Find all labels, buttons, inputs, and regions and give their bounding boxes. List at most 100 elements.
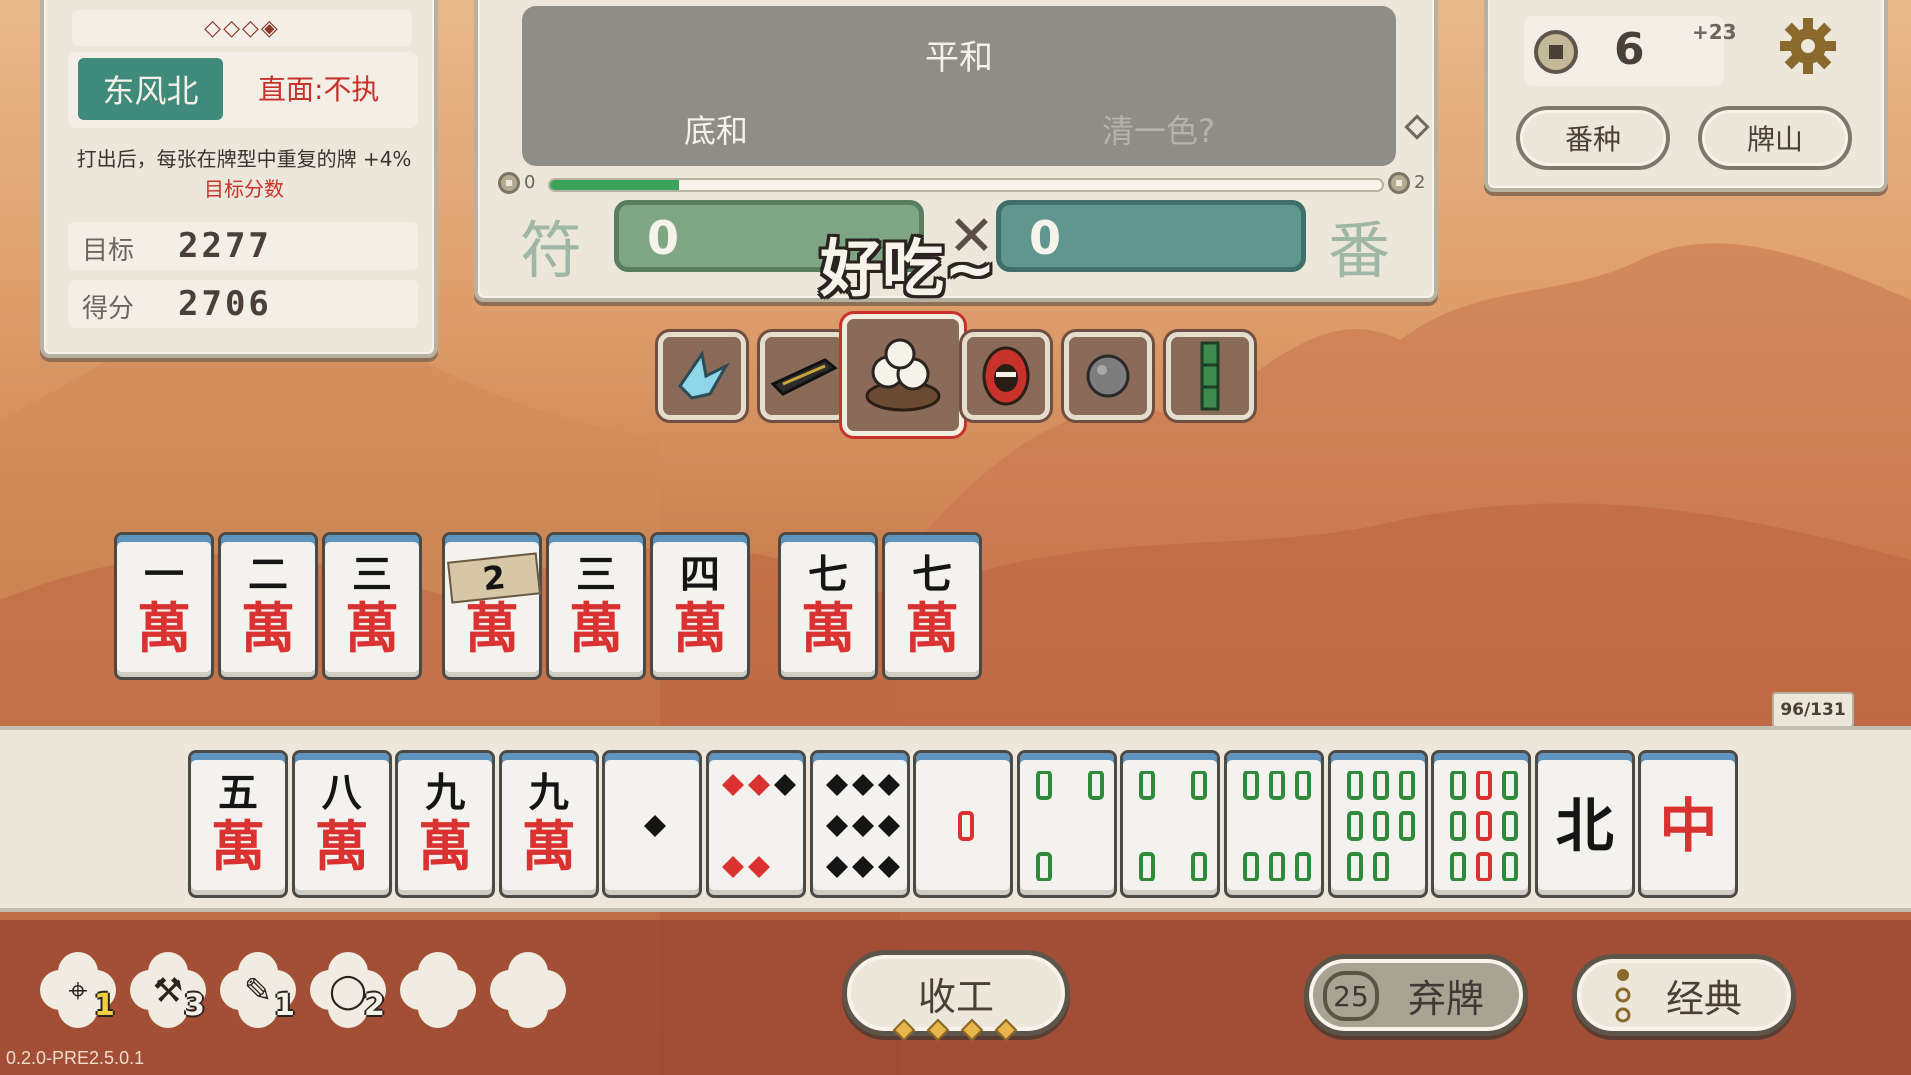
ink-stick-icon xyxy=(770,358,838,396)
tile-rank: 七 xyxy=(808,552,848,598)
dora-marker: 2 xyxy=(447,552,541,604)
mahjong-tile[interactable] xyxy=(809,750,910,898)
discard-count: 25 xyxy=(1323,971,1379,1021)
bamboo-mark xyxy=(1269,852,1285,881)
tool-count: 1 xyxy=(274,988,295,1023)
tool-slot-hairdryer[interactable]: ⌖ 1 xyxy=(40,952,116,1028)
score-label: 得分 xyxy=(82,294,135,324)
classic-button[interactable]: 经典 xyxy=(1572,954,1796,1036)
mahjong-tile[interactable]: 北 xyxy=(1534,750,1635,898)
possible-hand-label: 清一色? xyxy=(1102,112,1215,150)
tile-suit: 萬 xyxy=(905,597,959,660)
fan-label: 番 xyxy=(1328,214,1391,287)
tile-suit: 萬 xyxy=(418,815,473,878)
mahjong-tile[interactable]: 二萬 xyxy=(218,532,318,680)
mahjong-tile[interactable] xyxy=(1224,750,1324,898)
tile-rank: 九 xyxy=(425,770,466,816)
round-wind-badge: 东风北 xyxy=(78,58,223,120)
money-plus: +23 xyxy=(1692,20,1737,44)
tool-glyph: ◯ xyxy=(329,971,367,1011)
tool-slot-brush[interactable]: ✎ 1 xyxy=(220,952,296,1028)
bamboo-mark xyxy=(1295,771,1311,800)
mahjong-tile[interactable] xyxy=(1431,750,1532,898)
yaku-button[interactable]: 番种 xyxy=(1516,106,1670,170)
bamboo-pattern xyxy=(958,811,975,841)
wall-button[interactable]: 牌山 xyxy=(1698,106,1852,170)
relic-dumplings[interactable] xyxy=(842,314,964,436)
boss-blind-label: 直面:不执 xyxy=(258,73,380,106)
panel-ornament: ◇◇◇◈ xyxy=(72,10,412,46)
money-panel: 6 +23 番种 牌山 xyxy=(1484,0,1888,192)
relic-stone[interactable] xyxy=(1064,332,1152,420)
tool-slot-shovel[interactable]: ⚒ 3 xyxy=(130,952,206,1028)
gear-icon[interactable] xyxy=(1778,16,1838,76)
version-label: 0.2.0-PRE2.5.0.1 xyxy=(6,1048,145,1068)
mahjong-tile[interactable] xyxy=(1327,750,1428,898)
bamboo-mark xyxy=(1295,852,1311,881)
tile-honor: 北 xyxy=(1555,792,1614,860)
relic-ink-stick[interactable] xyxy=(760,332,848,420)
tile-suit: 萬 xyxy=(211,815,265,878)
fu-value: 0 xyxy=(647,211,680,265)
mahjong-tile[interactable]: 三萬 xyxy=(546,532,646,680)
bamboo-mark xyxy=(1372,852,1389,881)
discard-button[interactable]: 25 弃牌 xyxy=(1304,954,1528,1036)
fan-box: 0 xyxy=(996,200,1306,272)
mahjong-tile[interactable]: 八萬 xyxy=(291,750,392,898)
circle-mark xyxy=(851,774,874,796)
target-label: 目标 xyxy=(82,236,135,266)
relic-red-mask[interactable] xyxy=(962,332,1050,420)
relic-bamboo-stick[interactable] xyxy=(1166,332,1254,420)
progress-fill xyxy=(550,180,679,190)
circle-mark xyxy=(877,774,900,796)
mahjong-tile[interactable] xyxy=(913,750,1014,898)
bamboo-mark xyxy=(1191,852,1208,881)
bamboo-mark xyxy=(1139,852,1156,881)
circle-mark xyxy=(722,774,744,796)
description-text: 打出后，每张在牌型中重复的牌 +4% xyxy=(76,147,412,171)
bamboo-pattern xyxy=(1035,771,1104,881)
tool-slot-empty[interactable] xyxy=(400,952,476,1028)
bamboo-mark xyxy=(1243,852,1259,881)
relic-paper-crane[interactable] xyxy=(658,332,746,420)
mahjong-tile[interactable]: 中 xyxy=(1638,750,1739,898)
classic-label: 经典 xyxy=(1665,976,1742,1021)
description-highlight: 目标分数 xyxy=(204,177,284,201)
base-hand-label: 底和 xyxy=(684,112,749,150)
mahjong-tile[interactable] xyxy=(1016,750,1117,898)
bamboo-mark xyxy=(1502,852,1519,881)
bamboo-mark xyxy=(1502,811,1519,841)
mahjong-tile[interactable]: 九萬 xyxy=(498,750,599,898)
mahjong-tile[interactable] xyxy=(1120,750,1221,898)
bamboo-mark xyxy=(1087,771,1104,800)
fu-label: 符 xyxy=(520,214,583,287)
tile-rank: 五 xyxy=(218,770,258,816)
progress-end: 2 xyxy=(1414,172,1426,193)
mahjong-tile[interactable]: 九萬 xyxy=(395,750,496,898)
tool-slot-egg[interactable]: ◯ 2 xyxy=(310,952,386,1028)
mahjong-tile[interactable]: 四萬 xyxy=(650,532,750,680)
circle-mark xyxy=(851,856,874,878)
mahjong-tile[interactable] xyxy=(602,750,703,898)
bamboo-mark xyxy=(1346,771,1363,800)
stone-icon xyxy=(1086,354,1130,398)
tool-glyph: ✎ xyxy=(244,971,273,1011)
finish-button[interactable]: 收工 xyxy=(842,950,1070,1036)
mahjong-tile[interactable]: 七萬 xyxy=(882,532,982,680)
bamboo-mark xyxy=(1035,852,1052,881)
bamboo-stick-icon xyxy=(1200,341,1220,411)
mahjong-tile[interactable]: 一萬 xyxy=(114,532,214,680)
mahjong-tile[interactable]: 2萬 xyxy=(442,532,542,680)
circle-mark xyxy=(877,856,900,878)
coin-icon xyxy=(498,172,520,194)
circle-pattern xyxy=(825,774,900,878)
red-mask-icon xyxy=(982,346,1030,406)
bamboo-mark xyxy=(1346,811,1363,841)
tile-suit: 萬 xyxy=(314,815,369,878)
popup-text: 好吃~ xyxy=(820,232,996,305)
tool-slot-empty[interactable] xyxy=(490,952,566,1028)
mahjong-tile[interactable] xyxy=(706,750,806,898)
mahjong-tile[interactable]: 七萬 xyxy=(778,532,878,680)
mahjong-tile[interactable]: 三萬 xyxy=(322,532,422,680)
mahjong-tile[interactable]: 五萬 xyxy=(188,750,288,898)
